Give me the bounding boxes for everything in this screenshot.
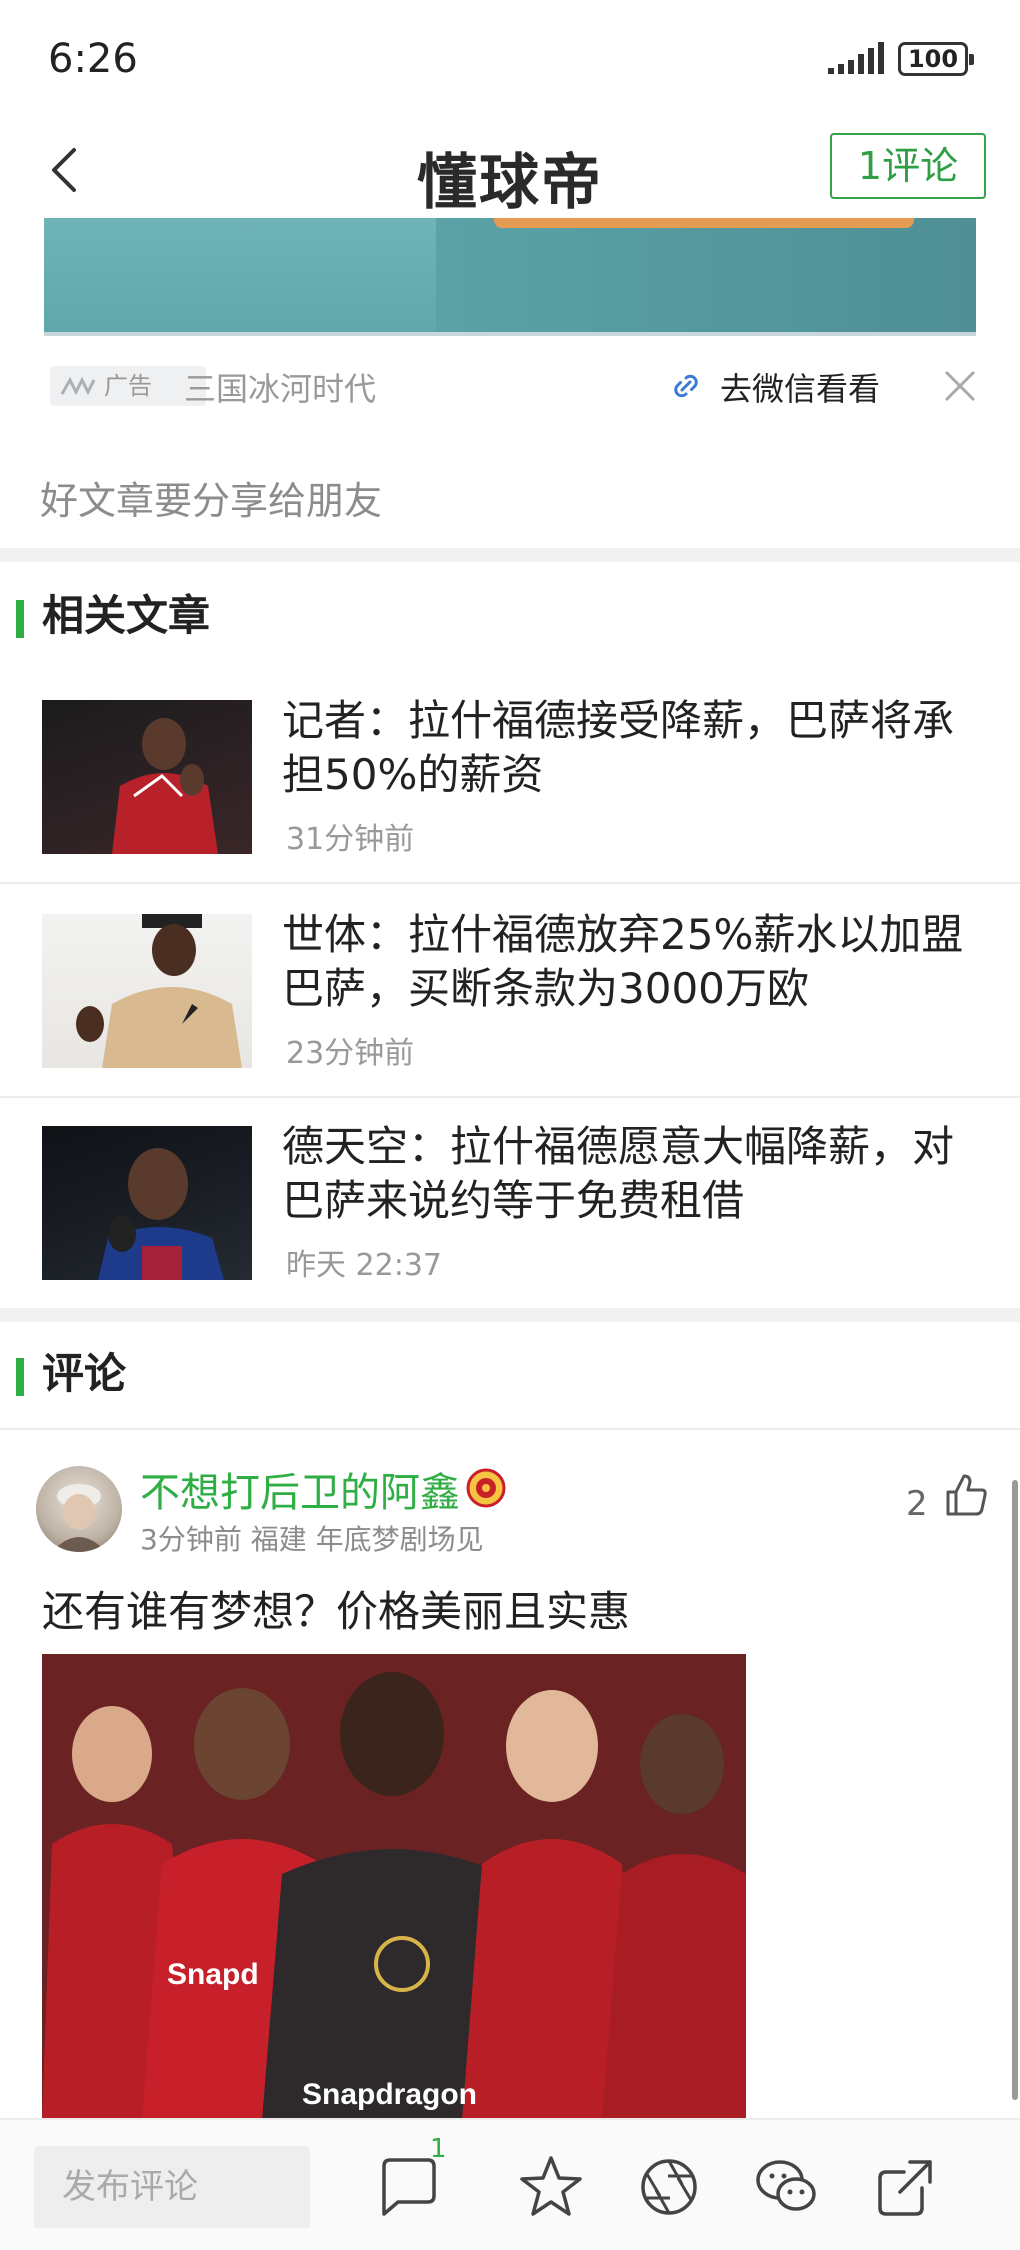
status-bar: 6:26 100 bbox=[0, 0, 1020, 120]
article-time: 23分钟前 bbox=[286, 1036, 415, 1071]
article-time: 昨天 22:37 bbox=[286, 1248, 442, 1283]
bottom-action-bar: 发布评论 1 bbox=[0, 2118, 1020, 2250]
ad-banner-image[interactable] bbox=[44, 218, 976, 336]
top-nav: 懂球帝 1评论 bbox=[0, 120, 1020, 220]
team-badge-icon bbox=[466, 1468, 506, 1508]
status-time: 6:26 bbox=[48, 36, 138, 82]
comment-username[interactable]: 不想打后卫的阿鑫 bbox=[140, 1460, 460, 1518]
article-divider bbox=[0, 882, 1020, 884]
article-title: 记者：拉什福德接受降薪，巴萨将承担50%的薪资 bbox=[282, 696, 955, 799]
ad-title: 三国冰河时代 bbox=[184, 370, 377, 408]
avatar[interactable] bbox=[36, 1466, 122, 1552]
scrollbar[interactable] bbox=[1012, 1480, 1018, 2100]
share-prompt: 好文章要分享给朋友 bbox=[40, 479, 383, 523]
battery-icon: 100 bbox=[898, 42, 974, 76]
comment-input[interactable]: 发布评论 bbox=[34, 2146, 310, 2228]
link-icon[interactable] bbox=[666, 366, 706, 406]
article-title: 德天空：拉什福德愿意大幅降薪，对巴萨来说约等于免费租借 bbox=[282, 1122, 955, 1225]
wechat-icon[interactable] bbox=[752, 2152, 822, 2222]
svg-text:Snapdragon: Snapdragon bbox=[302, 2078, 477, 2111]
article-thumbnail bbox=[42, 914, 252, 1068]
section-divider bbox=[0, 548, 1020, 562]
comment-count-badge: 1 bbox=[430, 2134, 447, 2164]
comment-count-button[interactable]: 1评论 bbox=[830, 133, 986, 199]
heading-divider bbox=[0, 1428, 1020, 1430]
ad-wechat-link[interactable]: 去微信看看 bbox=[720, 364, 880, 410]
ad-badge-label: 广告 bbox=[104, 372, 152, 400]
article-title: 世体：拉什福德放弃25%薪水以加盟巴萨，买断条款为3000万欧 bbox=[282, 910, 964, 1013]
article-thumbnail bbox=[42, 700, 252, 854]
ad-logo-icon bbox=[60, 376, 96, 396]
comment-text: 还有谁有梦想？价格美丽且实惠 bbox=[42, 1587, 631, 1636]
comments-heading: 评论 bbox=[16, 1344, 126, 1404]
article-divider bbox=[0, 1096, 1020, 1098]
section-divider bbox=[0, 1308, 1020, 1322]
like-count: 2 bbox=[906, 1484, 928, 1524]
comment-meta: 3分钟前 福建 年底梦剧场见 bbox=[140, 1523, 484, 1556]
signal-icon bbox=[828, 42, 884, 74]
star-icon[interactable] bbox=[516, 2152, 586, 2222]
comment-image[interactable]: Snapd Snapdragon bbox=[42, 1654, 746, 2120]
ad-info-row: 广告 三国冰河时代 去微信看看 bbox=[44, 350, 984, 422]
close-icon[interactable] bbox=[940, 366, 980, 406]
related-articles-heading: 相关文章 bbox=[16, 586, 210, 646]
thumbs-up-icon[interactable] bbox=[942, 1470, 990, 1518]
article-thumbnail bbox=[42, 1126, 252, 1280]
ad-badge: 广告 bbox=[50, 366, 206, 406]
article-time: 31分钟前 bbox=[286, 822, 415, 857]
camera-aperture-icon[interactable] bbox=[634, 2152, 704, 2222]
share-icon[interactable] bbox=[870, 2152, 940, 2222]
svg-text:Snapd: Snapd bbox=[167, 1958, 259, 1991]
